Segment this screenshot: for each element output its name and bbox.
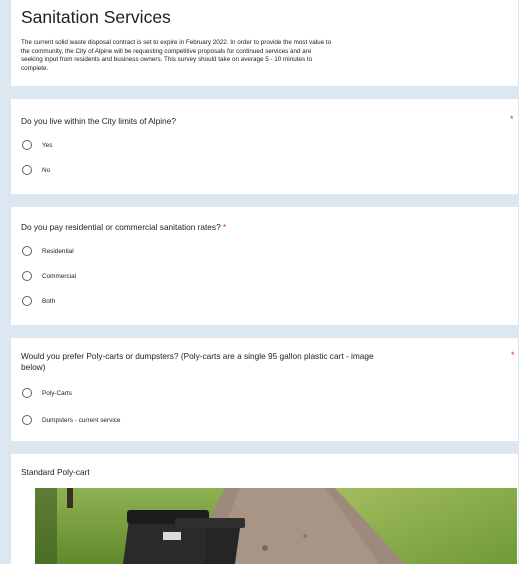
description-line: complete. bbox=[21, 64, 49, 72]
option-label: Dumpsters - current service bbox=[42, 416, 121, 424]
required-marker: * bbox=[223, 222, 227, 232]
question-card-cart-type: Would you prefer Poly-carts or dumpsters… bbox=[11, 338, 518, 441]
option-label: Residential bbox=[42, 247, 74, 255]
option-poly-carts[interactable]: Poly-Carts bbox=[22, 386, 72, 400]
option-label: Poly-Carts bbox=[42, 389, 72, 397]
question-title: Do you pay residential or commercial san… bbox=[21, 222, 227, 232]
image-section-card: Standard Poly-cart bbox=[11, 454, 518, 564]
question-card-rates: Do you pay residential or commercial san… bbox=[11, 207, 518, 325]
option-label: Commercial bbox=[42, 272, 77, 280]
radio-button[interactable] bbox=[22, 296, 32, 306]
option-no[interactable]: No bbox=[22, 163, 50, 177]
radio-button[interactable] bbox=[22, 388, 32, 398]
radio-button[interactable] bbox=[22, 415, 32, 425]
question-title: Do you live within the City limits of Al… bbox=[21, 116, 176, 126]
radio-button[interactable] bbox=[22, 271, 32, 281]
option-label: No bbox=[42, 166, 51, 174]
option-label: Both bbox=[42, 297, 56, 305]
poly-cart-photo bbox=[35, 488, 517, 564]
poly-cart-image bbox=[35, 488, 517, 564]
image-section-title: Standard Poly-cart bbox=[21, 467, 90, 477]
radio-button[interactable] bbox=[22, 246, 32, 256]
option-yes[interactable]: Yes bbox=[22, 138, 52, 152]
description-line: The current solid waste disposal contrac… bbox=[21, 39, 332, 46]
description-line: the community, the City of Alpine will b… bbox=[21, 47, 312, 55]
required-marker: * bbox=[510, 114, 514, 124]
required-marker: * bbox=[511, 350, 515, 360]
option-dumpsters[interactable]: Dumpsters - current service bbox=[22, 413, 120, 427]
radio-button[interactable] bbox=[22, 165, 32, 175]
option-label: Yes bbox=[42, 141, 53, 149]
question-title: Would you prefer Poly-carts or dumpsters… bbox=[21, 351, 374, 372]
form-description: The current solid waste disposal contrac… bbox=[21, 39, 331, 73]
option-residential[interactable]: Residential bbox=[22, 244, 74, 258]
radio-button[interactable] bbox=[22, 140, 32, 150]
option-commercial[interactable]: Commercial bbox=[22, 269, 76, 283]
form-title: Sanitation Services bbox=[21, 7, 171, 27]
question-card-city-limits: Do you live within the City limits of Al… bbox=[11, 99, 518, 194]
description-line: seeking input from residents and busines… bbox=[21, 56, 313, 64]
option-both[interactable]: Both bbox=[22, 294, 55, 308]
form-header-card: Sanitation Services The current solid wa… bbox=[11, 0, 518, 86]
